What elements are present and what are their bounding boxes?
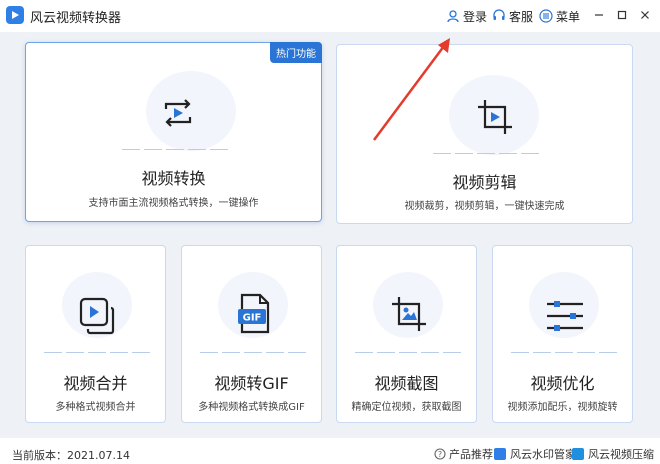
card-description: 视频添加配乐，视频旋转: [507, 402, 618, 413]
maximize-icon: [617, 10, 627, 20]
user-icon: [447, 10, 459, 23]
status-bar: 当前版本：2021.07.14 ? 产品推荐： 风云水印管家 风云视频压缩: [0, 440, 660, 464]
crop-image-icon: [389, 294, 429, 338]
app-title: 风云视频转换器: [30, 11, 122, 26]
watermark-app-icon: [494, 448, 506, 460]
annotation-arrow-icon: [372, 38, 450, 141]
headset-icon: [493, 9, 505, 20]
card-video-merge[interactable]: 视频合并 多种格式视频合并: [25, 245, 166, 423]
compress-app-icon: [572, 448, 584, 460]
service-label: 客服: [509, 9, 534, 24]
close-icon: [641, 11, 649, 19]
gif-label: GIF: [243, 313, 262, 324]
minimize-button[interactable]: [590, 6, 608, 24]
close-button[interactable]: [636, 6, 654, 24]
hot-feature-badge: 热门功能: [270, 42, 322, 63]
card-title: 视频优化: [530, 374, 595, 393]
divider-line: [44, 352, 150, 353]
version-text: 当前版本：2021.07.14: [12, 449, 130, 462]
login-button[interactable]: 登录: [446, 7, 487, 25]
card-video-capture[interactable]: 视频截图 精确定位视频，获取截图: [336, 245, 477, 423]
divider-line: [122, 149, 228, 150]
maximize-button[interactable]: [613, 6, 631, 24]
card-description: 精确定位视频，获取截图: [351, 402, 462, 413]
menu-button[interactable]: 菜单: [539, 7, 580, 25]
card-video-optimize[interactable]: 视频优化 视频添加配乐，视频旋转: [492, 245, 633, 423]
divider-line: [511, 352, 617, 353]
card-video-gif[interactable]: GIF 视频转GIF 多种视频格式转换成GIF: [181, 245, 322, 423]
card-title: 视频转GIF: [214, 374, 289, 393]
sliders-icon: [545, 296, 585, 340]
title-bar: 风云视频转换器 登录 客服 菜单: [0, 0, 660, 32]
card-description: 支持市面主流视频格式转换，一键操作: [88, 198, 259, 209]
card-description: 视频裁剪，视频剪辑，一键快速完成: [404, 201, 565, 212]
card-title: 视频转换: [141, 169, 206, 188]
menu-icon: [539, 9, 553, 23]
crop-play-icon: [475, 97, 515, 141]
card-description: 多种格式视频合并: [55, 402, 136, 413]
gif-file-icon: GIF: [234, 292, 274, 340]
service-button[interactable]: 客服: [492, 7, 533, 25]
convert-loop-play-icon: [160, 95, 196, 135]
card-title: 视频合并: [63, 374, 128, 393]
minimize-icon: [595, 14, 603, 16]
help-icon: ?: [434, 448, 446, 460]
svg-text:?: ?: [438, 450, 442, 459]
menu-label: 菜单: [556, 9, 581, 24]
product-watermark-link[interactable]: 风云水印管家: [494, 446, 576, 462]
app-logo-icon: [6, 6, 24, 24]
card-video-convert[interactable]: 热门功能 视频转换 支持市面主流视频格式转换，一键操作: [25, 42, 322, 222]
card-title: 视频剪辑: [452, 173, 517, 192]
login-label: 登录: [463, 9, 488, 24]
stacked-play-icon: [78, 296, 118, 340]
divider-line: [200, 352, 306, 353]
card-description: 多种视频格式转换成GIF: [198, 402, 305, 413]
card-title: 视频截图: [374, 374, 439, 393]
product-compress-link[interactable]: 风云视频压缩: [572, 446, 654, 462]
divider-line: [355, 352, 461, 353]
divider-line: [433, 153, 539, 154]
